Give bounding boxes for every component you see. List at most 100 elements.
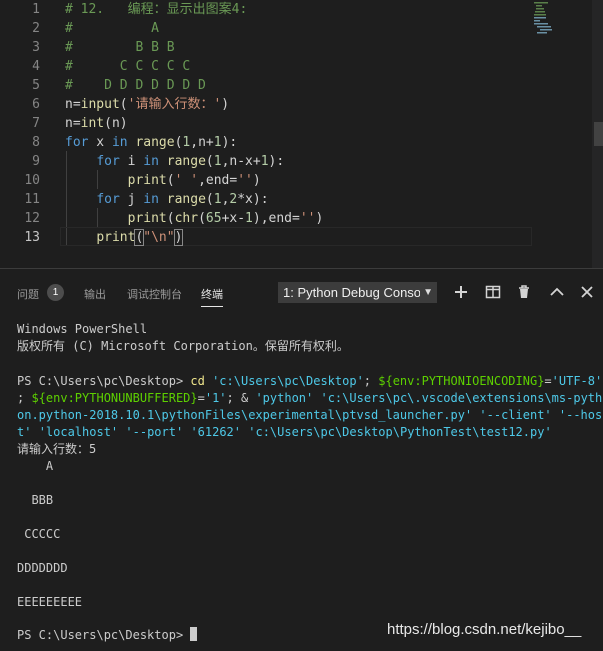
minimap[interactable] — [532, 0, 592, 36]
terminal-select[interactable]: 1: Python Debug Console ▼ — [278, 282, 437, 303]
code-text: n=int(n) — [65, 114, 128, 133]
code-token: ),end= — [252, 211, 300, 226]
code-token: 1 — [213, 192, 222, 207]
tab-output[interactable]: 输出 — [84, 286, 106, 302]
terminal-token: '1' — [204, 391, 227, 405]
line-number: 12 — [24, 211, 40, 226]
terminal-token: cd — [190, 374, 205, 388]
output-line: DDDDDDD — [17, 561, 68, 575]
code-line[interactable]: 5 # D D D D D D D — [0, 76, 603, 95]
tab-terminal[interactable]: 终端 — [201, 286, 223, 307]
code-editor[interactable]: 1 # 12. 编程：显示出图案4: 2 # A 3 # B B B 4 # C C C C … — [0, 0, 603, 268]
terminal-token: '--port' — [125, 425, 184, 439]
terminal-token: 'UTF-8' — [551, 374, 603, 388]
code-text: # 12. 编程：显示出图案4: — [65, 0, 247, 19]
terminal-input-prompt: 请输入行数：5 — [17, 442, 97, 456]
code-token: "\n" — [143, 230, 175, 245]
code-line[interactable]: 3 # B B B — [0, 38, 603, 57]
trash-icon[interactable] — [515, 283, 533, 301]
code-token: 1 — [213, 135, 222, 150]
terminal-token: 'python' — [255, 391, 314, 405]
code-token: ): — [221, 135, 238, 150]
terminal-token: ; — [363, 374, 379, 388]
code-token: ) — [173, 229, 184, 246]
code-token: in — [143, 192, 159, 207]
code-token: ( — [119, 97, 128, 112]
code-token: ( — [166, 211, 175, 226]
code-token: ( — [198, 211, 206, 226]
line-number: 2 — [32, 21, 40, 36]
chevron-up-icon[interactable] — [548, 283, 566, 301]
code-token: for — [96, 154, 120, 169]
panel-tabs: 问题 1 输出 调试控制台 终端 1: Python Debug Console… — [0, 269, 603, 311]
terminal-token: 'c:\Users\pc\Desktop\PythonTest\test12.p… — [248, 425, 552, 439]
code-line[interactable]: 11 for j in range(1,2*x): — [0, 190, 603, 209]
code-token: '' — [237, 173, 253, 188]
code-text: for i in range(1,n-x+1): — [65, 152, 284, 171]
code-line[interactable]: 2 # A — [0, 19, 603, 38]
terminal-copyright-line: 版权所有 (C) Microsoft Corporation。保留所有权利。 — [17, 339, 349, 353]
code-token: '请输入行数：' — [127, 97, 222, 112]
code-token: for — [96, 192, 120, 207]
code-line[interactable]: 10 print(' ',end='') — [0, 171, 603, 190]
code-text: for x in range(1,n+1): — [65, 133, 237, 152]
split-icon[interactable] — [484, 283, 502, 301]
code-token: x — [88, 135, 112, 150]
code-token: ( — [205, 192, 214, 207]
tab-debug-console[interactable]: 调试控制台 — [127, 286, 182, 302]
code-line[interactable]: 12 print(chr(65+x-1),end='') — [0, 209, 603, 228]
code-token: i — [119, 154, 144, 169]
terminal-select-value: 1: Python Debug Console — [283, 285, 432, 300]
code-token: print — [96, 230, 136, 245]
code-token: ,end= — [198, 173, 238, 188]
line-number: 9 — [32, 154, 40, 169]
code-text: n=input('请输入行数：') — [65, 95, 229, 114]
terminal-token: ; — [17, 391, 32, 405]
close-icon[interactable] — [578, 283, 596, 301]
line-number: 13 — [24, 230, 40, 245]
code-line[interactable]: 4 # C C C C C — [0, 57, 603, 76]
code-line[interactable]: 9 for i in range(1,n-x+1): — [0, 152, 603, 171]
code-token: ( — [166, 173, 175, 188]
line-number: 11 — [24, 192, 40, 207]
code-token: print — [127, 173, 167, 188]
terminal[interactable]: Windows PowerShell 版权所有 (C) Microsoft Co… — [0, 311, 603, 651]
terminal-token: t' — [17, 425, 32, 439]
code-line[interactable]: 7 n=int(n) — [0, 114, 603, 133]
code-token: n= — [65, 116, 81, 131]
terminal-final-prompt[interactable]: PS C:\Users\pc\Desktop> — [17, 627, 198, 644]
line-number: 5 — [32, 78, 40, 93]
code-token: ): — [268, 154, 285, 169]
plus-icon[interactable] — [452, 283, 470, 301]
code-text: print(' ',end='') — [65, 171, 261, 190]
code-line[interactable]: 1 # 12. 编程：显示出图案4: — [0, 0, 603, 19]
chevron-down-icon: ▼ — [420, 282, 433, 303]
terminal-token: PS C:\Users\pc\Desktop> — [17, 374, 191, 388]
terminal-token: '61262' — [190, 425, 242, 439]
terminal-token: 'c:\Users\pc\Desktop' — [212, 374, 364, 388]
code-line[interactable]: 8 for x in range(1,n+1): — [0, 133, 603, 152]
code-token: (n) — [104, 116, 128, 131]
code-token: 1 — [213, 154, 222, 169]
editor-scrollbar-thumb[interactable] — [594, 122, 603, 146]
code-token: in — [111, 135, 128, 150]
output-line: BBB — [17, 493, 54, 507]
code-token: ) — [315, 211, 324, 226]
code-line[interactable]: 13 print("\n") — [0, 228, 603, 247]
code-text: # C C C C C — [65, 57, 190, 76]
code-token: ,n+ — [190, 135, 214, 150]
code-line[interactable]: 6 n=input('请输入行数：') — [0, 95, 603, 114]
tab-problems[interactable]: 问题 — [17, 286, 39, 302]
code-token: 1 — [260, 154, 269, 169]
line-number: 1 — [32, 2, 40, 17]
line-number: 3 — [32, 40, 40, 55]
terminal-command-line: t' 'localhost' '--port' '61262' 'c:\User… — [17, 424, 552, 441]
